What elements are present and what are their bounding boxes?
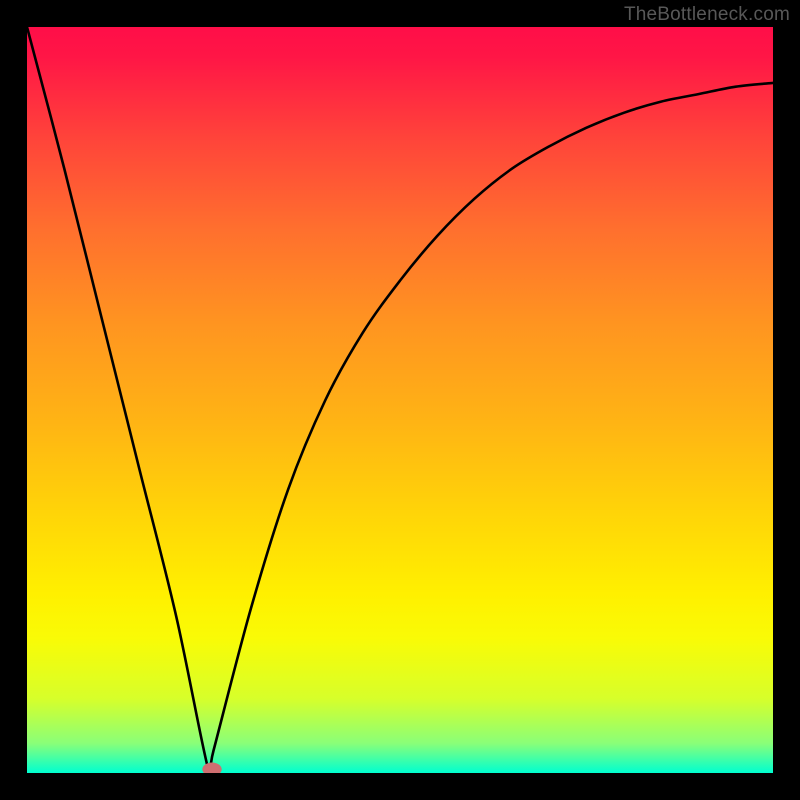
bottleneck-curve <box>27 27 773 773</box>
watermark-text: TheBottleneck.com <box>624 4 790 26</box>
chart-frame: TheBottleneck.com <box>0 0 800 800</box>
curve-layer <box>27 27 773 773</box>
plot-area <box>27 27 773 773</box>
minimum-marker <box>202 763 221 773</box>
